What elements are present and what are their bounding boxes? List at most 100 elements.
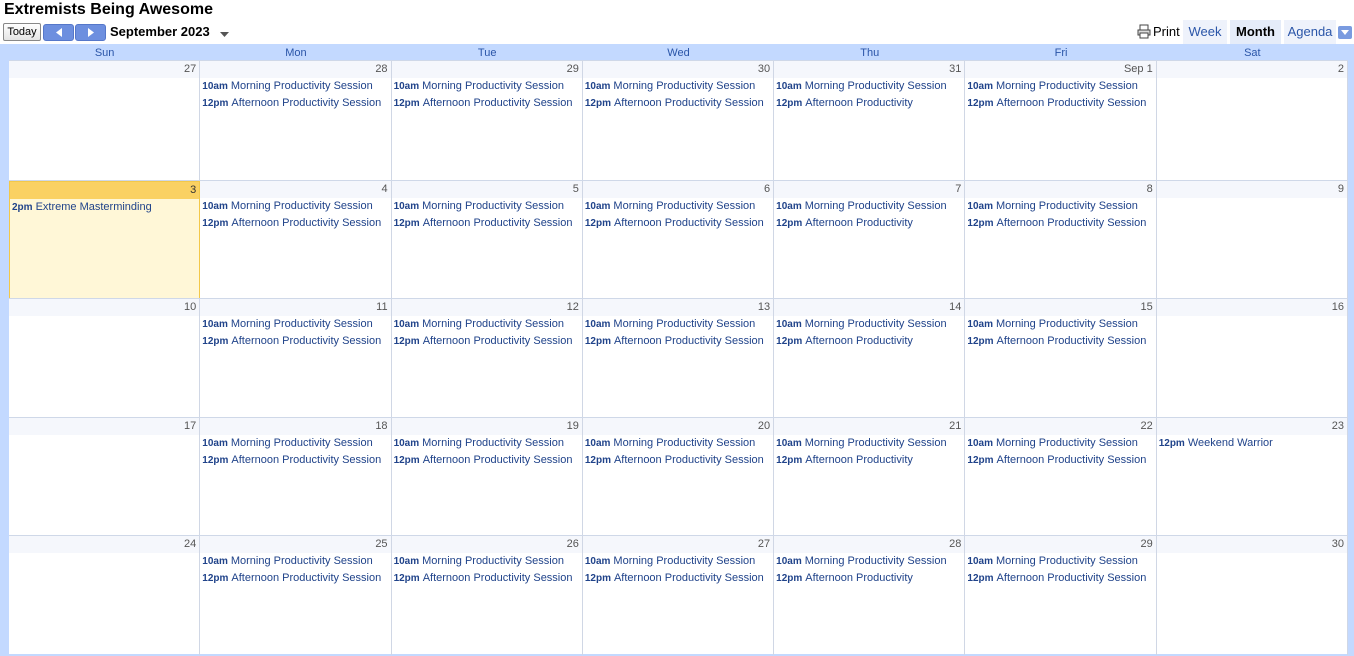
day-number[interactable]: 19 (391, 418, 582, 435)
day-cell[interactable]: 27 (9, 61, 201, 181)
day-cell[interactable]: 23 12pm Weekend Warrior (1156, 418, 1348, 536)
day-number[interactable]: 5 (391, 181, 582, 198)
tab-agenda[interactable]: Agenda (1284, 20, 1336, 44)
calendar-event[interactable]: 10am Morning Productivity Session (583, 435, 773, 452)
calendar-event[interactable]: 10am Morning Productivity Session (200, 553, 390, 570)
calendar-event[interactable]: 2pm Extreme Masterminding (10, 199, 199, 216)
day-number[interactable]: 24 (9, 536, 200, 553)
calendar-event[interactable]: 10am Morning Productivity Session (200, 316, 390, 333)
calendar-event[interactable]: 12pm Afternoon Productivity Session (200, 333, 390, 350)
calendar-event[interactable]: 12pm Afternoon Productivity Session (392, 215, 582, 232)
day-number[interactable]: 27 (582, 536, 774, 553)
day-number[interactable]: 31 (774, 61, 965, 78)
day-number[interactable]: 29 (965, 536, 1156, 553)
day-number[interactable]: 13 (582, 299, 774, 316)
calendar-event[interactable]: 12pm Afternoon Productivity Session (392, 95, 582, 112)
previous-button[interactable] (43, 24, 74, 41)
calendar-event[interactable]: 10am Morning Productivity Session (965, 198, 1155, 215)
tab-week[interactable]: Week (1183, 20, 1227, 44)
day-number[interactable]: 2 (1156, 61, 1347, 78)
day-cell[interactable]: Sep 1 10am Morning Productivity Session 12p… (965, 61, 1157, 181)
day-cell[interactable]: 12 10am Morning Productivity Session 12pm Af… (391, 299, 583, 418)
calendar-event[interactable]: 12pm Afternoon Productivity (774, 333, 964, 350)
day-cell[interactable]: 4 10am Morning Productivity Session 12pm Aft… (200, 181, 392, 299)
day-cell[interactable]: 31 10am Morning Productivity Session 12pm Af… (774, 61, 966, 181)
calendar-event[interactable]: 12pm Afternoon Productivity Session (965, 570, 1155, 587)
day-number[interactable]: Sep 1 (965, 61, 1156, 78)
day-cell[interactable]: 18 10am Morning Productivity Session 12pm Af… (200, 418, 392, 536)
day-number[interactable]: 16 (1156, 299, 1347, 316)
day-cell[interactable]: 27 10am Morning Productivity Session 12pm Af… (582, 536, 775, 655)
day-number[interactable]: 15 (965, 299, 1156, 316)
day-number[interactable]: 30 (1156, 536, 1347, 553)
tab-month[interactable]: Month (1230, 20, 1281, 44)
day-cell[interactable]: 9 (1156, 181, 1348, 299)
calendar-event[interactable]: 10am Morning Productivity Session (774, 316, 964, 333)
calendar-event[interactable]: 10am Morning Productivity Session (965, 435, 1155, 452)
day-number[interactable]: 28 (200, 61, 391, 78)
calendar-event[interactable]: 10am Morning Productivity Session (392, 316, 582, 333)
day-number[interactable]: 26 (391, 536, 582, 553)
calendar-event[interactable]: 12pm Afternoon Productivity Session (965, 95, 1155, 112)
day-number[interactable]: 30 (582, 61, 774, 78)
day-cell[interactable]: 30 (1156, 536, 1348, 655)
day-cell[interactable]: 3 2pm Extreme Masterminding (9, 181, 201, 299)
day-cell[interactable]: 29 10am Morning Productivity Session 12pm Af… (391, 61, 583, 181)
calendar-event[interactable]: 10am Morning Productivity Session (583, 316, 773, 333)
calendar-event[interactable]: 12pm Afternoon Productivity (774, 570, 964, 587)
date-picker-dropdown[interactable] (219, 26, 230, 44)
day-cell[interactable]: 7 10am Morning Productivity Session 12pm Aft… (774, 181, 966, 299)
calendar-event[interactable]: 10am Morning Productivity Session (965, 553, 1155, 570)
calendar-event[interactable]: 12pm Weekend Warrior (1157, 435, 1347, 452)
day-cell[interactable]: 11 10am Morning Productivity Session 12pm Af… (200, 299, 392, 418)
calendar-event[interactable]: 12pm Afternoon Productivity (774, 95, 964, 112)
calendar-event[interactable]: 10am Morning Productivity Session (583, 78, 773, 95)
day-number[interactable]: 18 (200, 418, 391, 435)
calendar-event[interactable]: 10am Morning Productivity Session (392, 553, 582, 570)
calendar-event[interactable]: 12pm Afternoon Productivity Session (583, 95, 773, 112)
day-cell[interactable]: 10 (9, 299, 201, 418)
day-number[interactable]: 20 (582, 418, 774, 435)
calendar-event[interactable]: 10am Morning Productivity Session (392, 435, 582, 452)
calendar-event[interactable]: 12pm Afternoon Productivity Session (392, 570, 582, 587)
calendar-event[interactable]: 10am Morning Productivity Session (200, 198, 390, 215)
day-number[interactable]: 7 (774, 181, 965, 198)
calendar-event[interactable]: 12pm Afternoon Productivity Session (200, 570, 390, 587)
day-number[interactable]: 9 (1156, 181, 1347, 198)
print-button[interactable]: Print (1137, 23, 1180, 40)
day-cell[interactable]: 17 (9, 418, 201, 536)
day-number[interactable]: 29 (391, 61, 582, 78)
calendar-event[interactable]: 10am Morning Productivity Session (392, 78, 582, 95)
day-cell[interactable]: 25 10am Morning Productivity Session 12pm Af… (200, 536, 392, 655)
day-cell[interactable]: 24 (9, 536, 201, 655)
calendar-event[interactable]: 10am Morning Productivity Session (774, 435, 964, 452)
calendar-event[interactable]: 12pm Afternoon Productivity Session (392, 333, 582, 350)
calendar-event[interactable]: 10am Morning Productivity Session (774, 553, 964, 570)
calendar-event[interactable]: 10am Morning Productivity Session (774, 78, 964, 95)
day-cell[interactable]: 8 10am Morning Productivity Session 12pm Aft… (965, 181, 1157, 299)
day-cell[interactable]: 2 (1156, 61, 1348, 181)
day-number[interactable]: 6 (582, 181, 774, 198)
calendar-event[interactable]: 10am Morning Productivity Session (583, 553, 773, 570)
day-number[interactable]: 17 (9, 418, 200, 435)
day-cell[interactable]: 21 10am Morning Productivity Session 12pm Af… (774, 418, 966, 536)
day-cell[interactable]: 13 10am Morning Productivity Session 12pm Af… (582, 299, 775, 418)
day-number[interactable]: 27 (9, 61, 200, 78)
day-number[interactable]: 25 (200, 536, 391, 553)
day-cell[interactable]: 19 10am Morning Productivity Session 12pm Af… (391, 418, 583, 536)
day-number[interactable]: 23 (1156, 418, 1347, 435)
calendar-event[interactable]: 12pm Afternoon Productivity Session (583, 452, 773, 469)
calendar-event[interactable]: 12pm Afternoon Productivity Session (200, 95, 390, 112)
calendar-event[interactable]: 10am Morning Productivity Session (583, 198, 773, 215)
day-number[interactable]: 28 (774, 536, 965, 553)
day-number[interactable]: 22 (965, 418, 1156, 435)
day-number[interactable]: 14 (774, 299, 965, 316)
calendar-event[interactable]: 10am Morning Productivity Session (200, 78, 390, 95)
day-number[interactable]: 10 (9, 299, 200, 316)
day-cell[interactable]: 5 10am Morning Productivity Session 12pm Aft… (391, 181, 583, 299)
day-number[interactable]: 3 (10, 182, 200, 199)
day-cell[interactable]: 20 10am Morning Productivity Session 12pm Af… (582, 418, 775, 536)
calendar-event[interactable]: 12pm Afternoon Productivity Session (965, 452, 1155, 469)
day-cell[interactable]: 26 10am Morning Productivity Session 12pm Af… (391, 536, 583, 655)
day-cell[interactable]: 30 10am Morning Productivity Session 12pm Af… (582, 61, 775, 181)
